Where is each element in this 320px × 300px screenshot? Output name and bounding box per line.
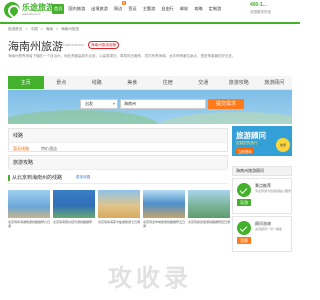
route-image: [8, 190, 50, 218]
side-card-tourist[interactable]: 游客 顾问咨询 资深顾问一对一解答: [232, 216, 292, 252]
nav-item-nearby-label: 周边: [113, 6, 123, 11]
nav-item-domestic[interactable]: 国内旅游: [66, 4, 87, 14]
chevron-down-icon: ▾: [112, 101, 115, 106]
route-image: [53, 190, 95, 218]
more-routes-link[interactable]: 更多线路: [76, 175, 90, 180]
tab-transport[interactable]: 交通: [186, 76, 222, 89]
route-card[interactable]: 北京到青海茶卡盐湖旅游七日游: [98, 190, 140, 236]
check-icon: [237, 221, 251, 235]
ad-subtitle: 定制您的旅行: [236, 141, 258, 145]
routes-panel-title: 线路: [9, 129, 227, 143]
breadcrumb: 旅游首页 > 中国 > 海南 > 海南州旅游: [8, 27, 81, 32]
submit-request-button[interactable]: 提交需求: [208, 99, 244, 109]
route-caption[interactable]: 北京到龙羊峡旅游线路推荐五日游: [143, 220, 185, 229]
main-nav: 首页 国内旅游 出境旅游 周边热 签证 主题游 自由行 邮轮 攻略 定制游: [52, 1, 224, 14]
side-card-text: 资深顾问一对一解答: [255, 227, 283, 231]
header-divider: [0, 22, 300, 24]
side-card-text: 专业导游为您提供贴心服务: [255, 189, 292, 193]
logo-subtext: www.lvtu.com: [22, 12, 41, 16]
breadcrumb-item[interactable]: 海南: [46, 27, 53, 31]
advisor-ad-banner[interactable]: 旅游顾问 定制您的旅行 立即咨询 免费: [232, 126, 292, 156]
route-thumbnails: 北京到青海湖旅游线路推荐六日游 北京到海南州自驾游线路推荐 北京到青海茶卡盐湖旅…: [8, 190, 230, 236]
guides-panel-title: 旅游攻略: [9, 156, 227, 170]
route-card[interactable]: 北京到青海湖旅游线路推荐六日游: [8, 190, 50, 236]
departure-select-value: 出发: [85, 101, 93, 106]
title-row: 海南州旅游 Hainanzhou 海南州旅游攻略: [8, 38, 292, 53]
route-caption[interactable]: 北京到贵德旅游线路推荐四日游: [188, 220, 230, 229]
breadcrumb-separator: >: [25, 27, 28, 31]
routes-empty-text[interactable]: 暂无线路: [13, 146, 29, 152]
destination-description: 海南州是青海省下辖的一个自治州，地处青藏高原东北部，以高原湖泊、草原风光著称，境…: [8, 54, 236, 58]
departure-select[interactable]: 出发 ▾: [80, 99, 118, 109]
tab-food[interactable]: 美食: [115, 76, 151, 89]
top-header: 乐途旅游 www.lvtu.com 首页 国内旅游 出境旅游 周边热 签证 主题…: [0, 0, 300, 22]
nav-item-outbound[interactable]: 出境旅游: [89, 4, 110, 14]
page-title-english: Hainanzhou: [63, 42, 85, 47]
routes-panel-row: 暂无线路 特价酒店: [9, 143, 227, 155]
guide-tag[interactable]: 海南州旅游攻略: [88, 41, 120, 49]
nav-item-home[interactable]: 首页: [52, 4, 65, 14]
route-card[interactable]: 北京到海南州自驾游线路推荐: [53, 190, 95, 236]
hotline-number: 400-1...: [250, 2, 267, 8]
tab-attractions[interactable]: 景点: [44, 76, 80, 89]
ad-free-badge: 免费: [276, 138, 290, 152]
guides-panel: 旅游攻略: [8, 155, 228, 170]
side-panel-title: 海南州旅游顾问: [232, 166, 292, 176]
route-card[interactable]: 北京到龙羊峡旅游线路推荐五日游: [143, 190, 185, 236]
tab-advisor[interactable]: 旅游顾问: [257, 76, 293, 89]
tab-hotels[interactable]: 住宿: [150, 76, 186, 89]
background-hill: [158, 112, 292, 124]
watermark-text: 攻收录: [108, 265, 192, 292]
tab-home[interactable]: 主页: [8, 76, 44, 89]
breadcrumb-item[interactable]: 中国: [30, 27, 37, 31]
breadcrumb-separator: >: [40, 27, 43, 31]
tab-guides[interactable]: 旅游攻略: [221, 76, 257, 89]
nav-item-custom[interactable]: 定制游: [207, 4, 224, 14]
nav-item-visa[interactable]: 签证: [126, 4, 138, 14]
breadcrumb-item[interactable]: 旅游首页: [8, 27, 22, 31]
side-card-guide[interactable]: 导游 景点推荐 专业导游为您提供贴心服务: [232, 178, 292, 214]
background-hill: [8, 110, 158, 124]
side-card-label: 游客: [237, 237, 251, 244]
section-marker: [8, 175, 10, 181]
destination-tabs: 主页 景点 线路 美食 住宿 交通 旅游攻略 旅游顾问: [8, 76, 292, 90]
route-caption[interactable]: 北京到青海湖旅游线路推荐六日游: [8, 220, 50, 229]
nav-item-cruise[interactable]: 邮轮: [178, 4, 190, 14]
side-card-label: 导游: [237, 199, 251, 206]
route-card[interactable]: 北京到贵德旅游线路推荐四日游: [188, 190, 230, 236]
routes-panel: 线路 暂无线路 特价酒店: [8, 128, 228, 152]
breadcrumb-current: 海南州旅游: [61, 27, 80, 31]
nav-item-nearby[interactable]: 周边热: [112, 1, 127, 14]
special-hotel-link[interactable]: 特价酒店: [41, 146, 57, 152]
page-title: 海南州旅游: [8, 41, 63, 53]
destination-input[interactable]: 海南州: [120, 99, 206, 109]
site-logo[interactable]: 乐途旅游 www.lvtu.com: [4, 2, 54, 20]
route-caption[interactable]: 北京到海南州自驾游线路推荐: [53, 220, 95, 229]
route-image: [188, 190, 230, 218]
search-banner: 出发 ▾ 海南州 提交需求: [8, 90, 292, 124]
check-icon: [237, 183, 251, 197]
nav-item-theme[interactable]: 主题游: [141, 4, 158, 14]
breadcrumb-separator: >: [55, 27, 59, 31]
route-image: [98, 190, 140, 218]
hotline-label: 全国服务热线: [250, 10, 271, 14]
recommend-title: 从北京到海南州的线路: [12, 175, 63, 181]
nav-item-free-travel[interactable]: 自由行: [159, 4, 176, 14]
tab-routes[interactable]: 线路: [79, 76, 115, 89]
ad-consult-button[interactable]: 立即咨询: [236, 148, 254, 154]
route-image: [143, 190, 185, 218]
route-caption[interactable]: 北京到青海茶卡盐湖旅游七日游: [98, 220, 140, 229]
recommend-header: 从北京到海南州的线路 更多线路: [8, 172, 228, 184]
ad-title: 旅游顾问: [236, 131, 266, 140]
logo-icon: [4, 2, 20, 18]
nav-item-guides[interactable]: 攻略: [192, 4, 204, 14]
